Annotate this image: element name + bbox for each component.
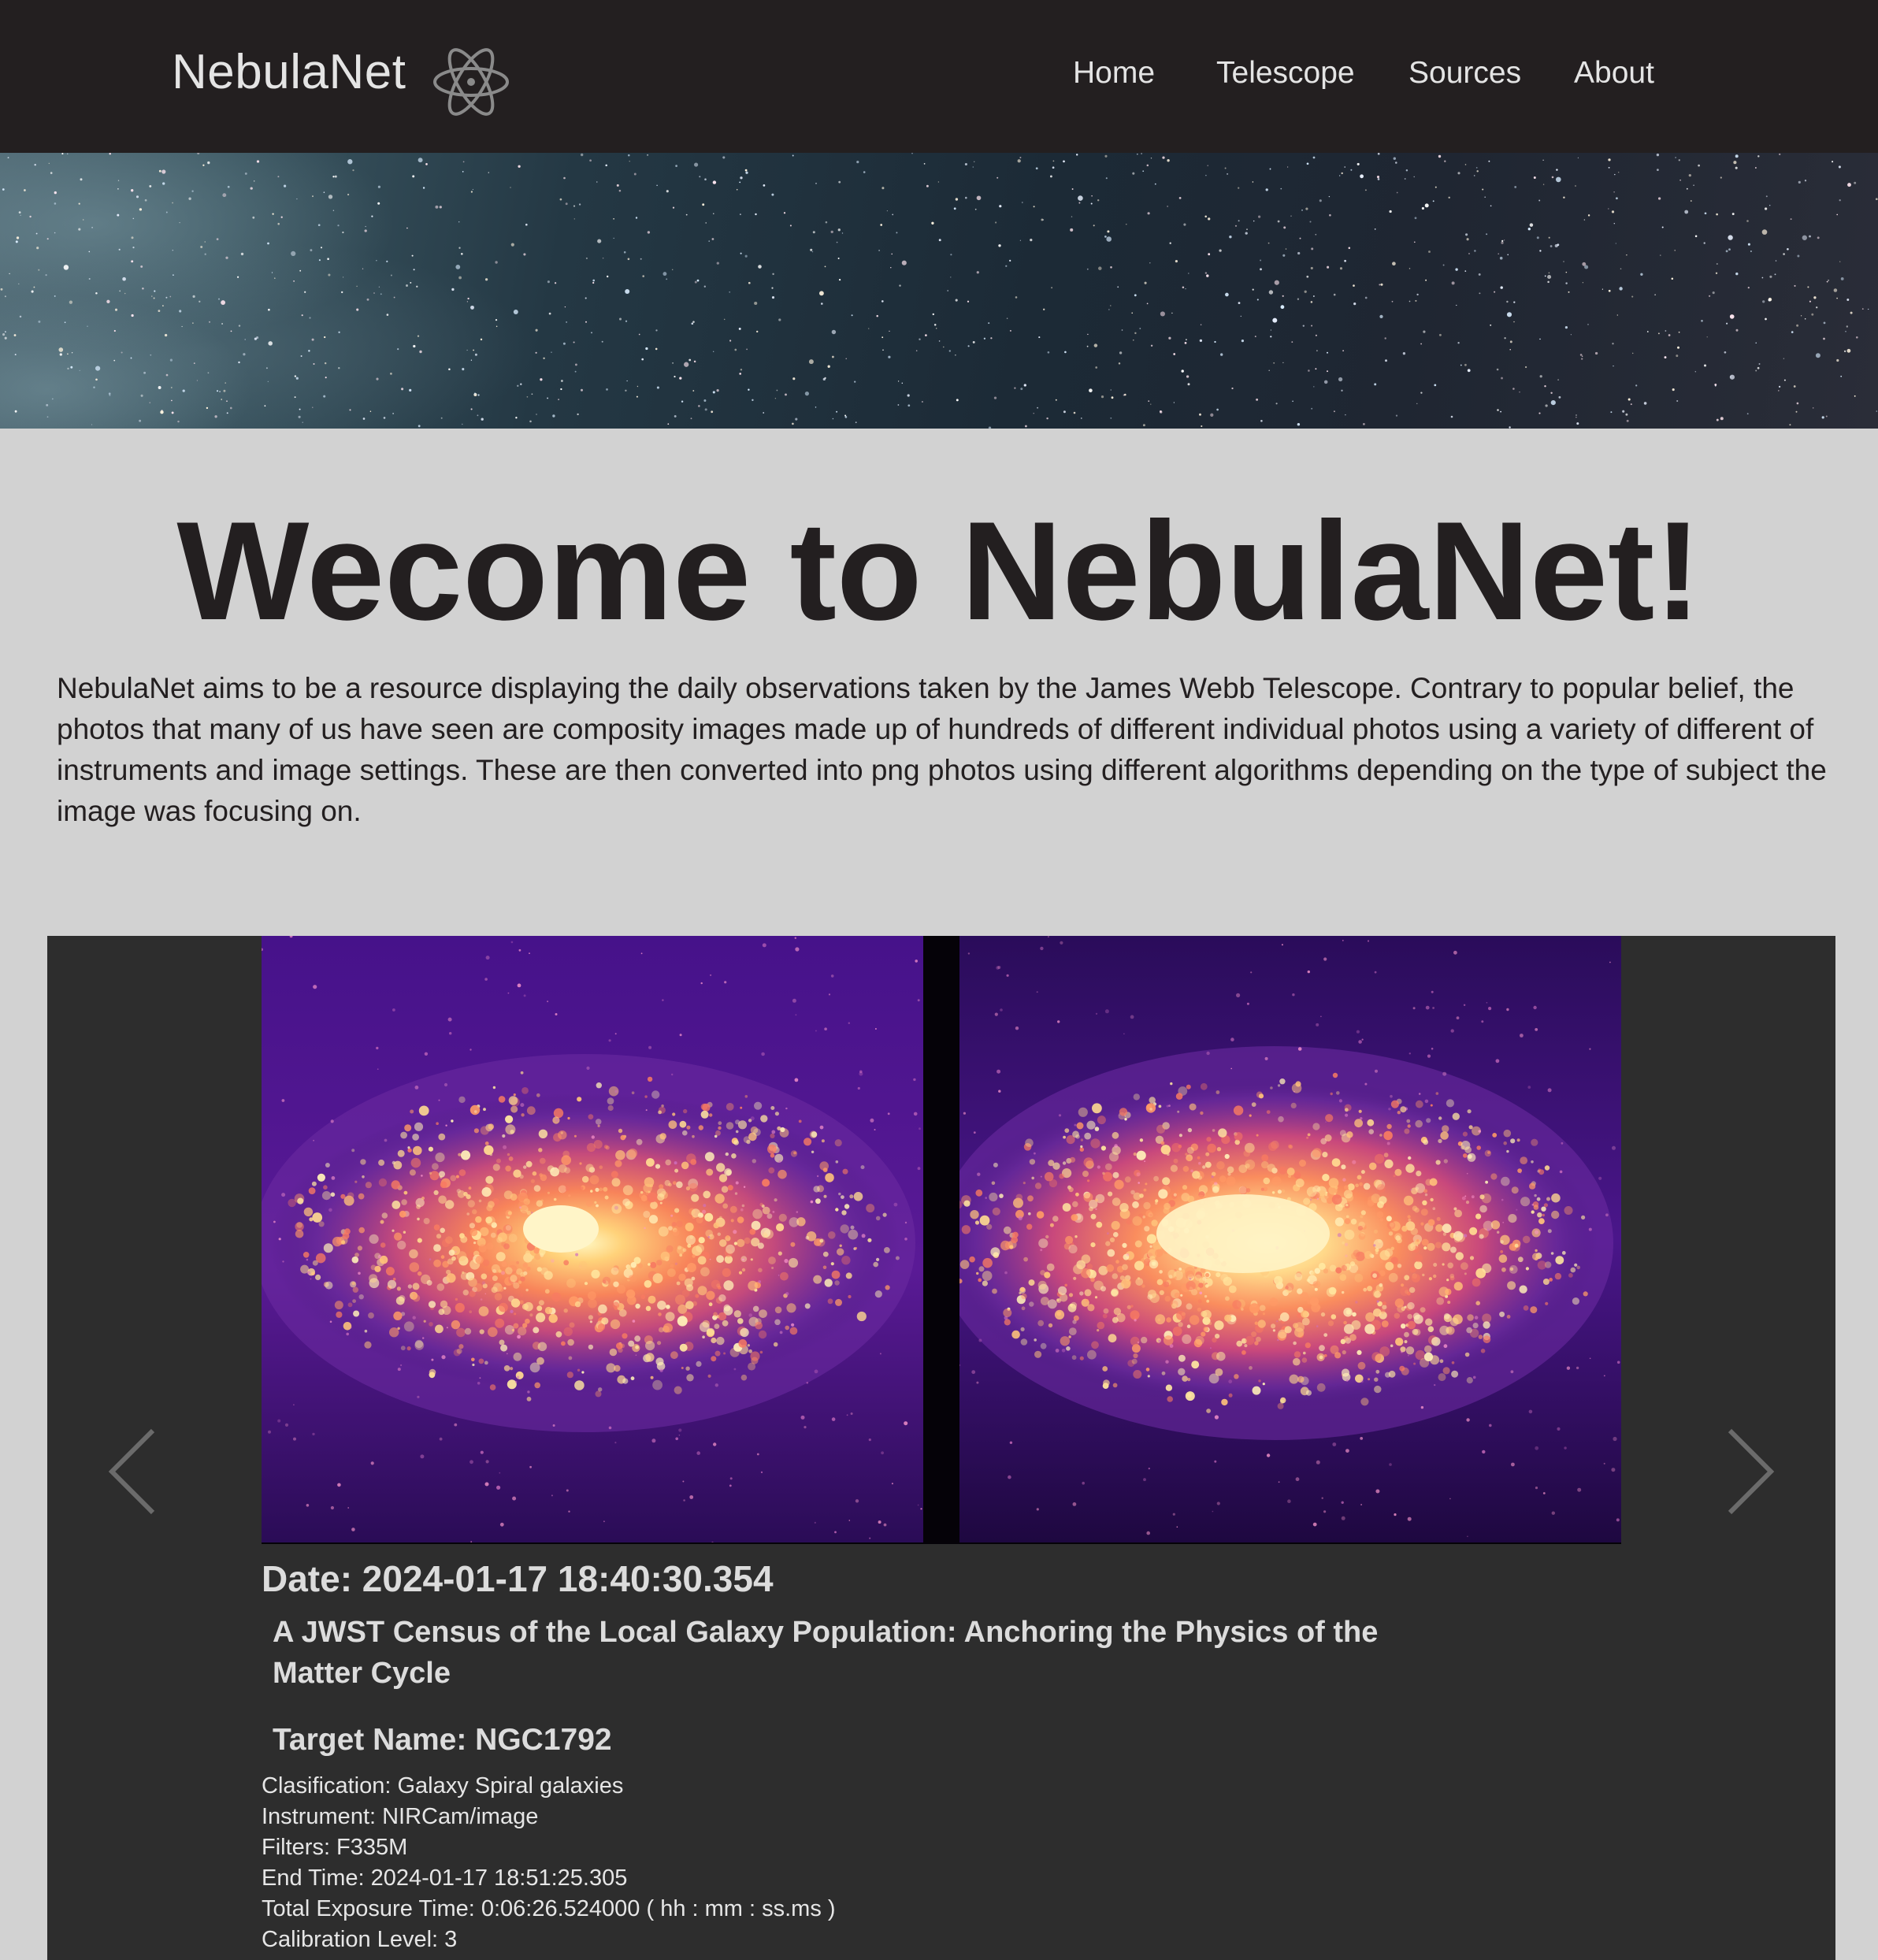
page-title: Wecome to NebulaNet! xyxy=(176,492,1702,649)
nav-link-sources[interactable]: Sources xyxy=(1408,52,1521,95)
brand-name[interactable]: NebulaNet xyxy=(172,41,406,104)
chevron-right-icon[interactable] xyxy=(1716,1424,1779,1519)
starfield-image xyxy=(0,153,1878,429)
exposure-text: Total Exposure Time: 0:06:26.524000 ( hh… xyxy=(262,1896,836,1921)
classification-text: Clasification: Galaxy Spiral galaxies xyxy=(262,1773,624,1799)
nav-link-home[interactable]: Home xyxy=(1073,52,1155,95)
chevron-left-icon[interactable] xyxy=(104,1424,167,1519)
spiral-galaxy-image-left xyxy=(262,936,923,1542)
end-time-text: End Time: 2024-01-17 18:51:25.305 xyxy=(262,1865,628,1891)
spiral-galaxy-image-right xyxy=(959,936,1621,1542)
nav-link-telescope[interactable]: Telescope xyxy=(1216,52,1355,95)
observation-title: A JWST Census of the Local Galaxy Popula… xyxy=(273,1616,1379,1690)
nav-link-about[interactable]: About xyxy=(1574,52,1654,95)
target-name: Target Name: NGC1792 xyxy=(273,1723,612,1757)
atom-icon xyxy=(433,48,509,116)
observation-carousel: Date: 2024-01-17 18:40:30.354 A JWST Cen… xyxy=(47,936,1835,1960)
navbar: NebulaNet Home Telescope Sources About xyxy=(0,0,1878,153)
calibration-text: Calibration Level: 3 xyxy=(262,1927,458,1952)
starfield-banner xyxy=(0,153,1878,429)
observation-details: Clasification: Galaxy Spiral galaxies In… xyxy=(262,1771,836,1955)
instrument-text: Instrument: NIRCam/image xyxy=(262,1804,539,1829)
intro-paragraph: NebulaNet aims to be a resource displayi… xyxy=(57,672,1827,827)
filters-text: Filters: F335M xyxy=(262,1835,408,1860)
observation-date: Date: 2024-01-17 18:40:30.354 xyxy=(262,1558,774,1599)
slide-image-frame xyxy=(262,936,1621,1544)
